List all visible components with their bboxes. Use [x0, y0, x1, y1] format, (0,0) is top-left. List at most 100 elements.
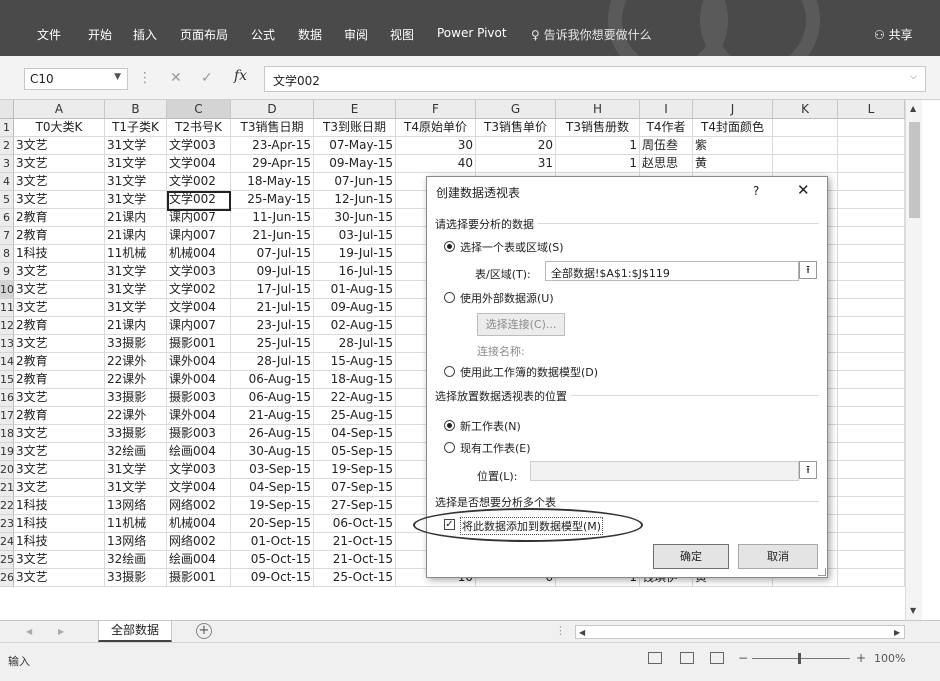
table-cell[interactable]: 3文艺 — [14, 461, 105, 479]
table-cell[interactable]: 18-May-15 — [231, 173, 314, 191]
row-header-6[interactable]: 6 — [0, 209, 14, 227]
scroll-left-icon[interactable]: ◀ — [579, 628, 585, 637]
table-cell[interactable]: 09-Jul-15 — [231, 263, 314, 281]
table-cell[interactable]: 04-Sep-15 — [314, 425, 396, 443]
table-cell[interactable]: 13网络 — [105, 497, 167, 515]
table-cell[interactable]: 12-Jun-15 — [314, 191, 396, 209]
table-cell[interactable]: 1科技 — [14, 245, 105, 263]
table-cell[interactable] — [838, 155, 905, 173]
normal-view-icon[interactable] — [648, 652, 662, 664]
table-cell[interactable]: 03-Sep-15 — [231, 461, 314, 479]
cancel-button[interactable]: 取消 — [738, 544, 818, 569]
table-cell[interactable]: 紫 — [693, 137, 773, 155]
table-cell[interactable]: 课外004 — [167, 353, 231, 371]
row-header-26[interactable]: 26 — [0, 569, 14, 587]
table-cell[interactable]: 31文学 — [105, 479, 167, 497]
scroll-up-icon[interactable]: ▲ — [910, 104, 916, 113]
header-cell[interactable]: T0大类K — [14, 119, 105, 137]
tab-home[interactable]: 开始 — [88, 26, 112, 43]
table-cell[interactable]: 3文艺 — [14, 335, 105, 353]
table-cell[interactable]: 课内007 — [167, 209, 231, 227]
table-cell[interactable] — [838, 299, 905, 317]
table-cell[interactable] — [838, 533, 905, 551]
scroll-down-icon[interactable]: ▼ — [910, 606, 916, 615]
table-cell[interactable]: 文学004 — [167, 479, 231, 497]
table-cell[interactable]: 网络002 — [167, 497, 231, 515]
column-header-a[interactable]: A — [14, 100, 105, 119]
table-cell[interactable]: 28-Jul-15 — [314, 335, 396, 353]
table-cell[interactable]: 绘画004 — [167, 443, 231, 461]
table-cell[interactable]: 31文学 — [105, 137, 167, 155]
tab-formulas[interactable]: 公式 — [251, 26, 275, 43]
table-cell[interactable] — [838, 227, 905, 245]
table-cell[interactable]: 28-Jul-15 — [231, 353, 314, 371]
select-all-corner[interactable] — [0, 100, 14, 119]
table-cell[interactable]: 33摄影 — [105, 569, 167, 587]
table-cell[interactable]: 21课内 — [105, 209, 167, 227]
table-cell[interactable]: 3文艺 — [14, 479, 105, 497]
radio-external-source[interactable] — [444, 292, 455, 303]
radio-select-range[interactable] — [444, 241, 455, 252]
column-header-c[interactable]: C — [167, 100, 231, 119]
row-header-12[interactable]: 12 — [0, 317, 14, 335]
table-cell[interactable]: 31 — [476, 155, 556, 173]
table-cell[interactable]: 1 — [556, 155, 640, 173]
column-header-d[interactable]: D — [231, 100, 314, 119]
table-cell[interactable]: 07-May-15 — [314, 137, 396, 155]
table-cell[interactable]: 04-Sep-15 — [231, 479, 314, 497]
column-header-l[interactable]: L — [838, 100, 905, 119]
table-cell[interactable]: 19-Sep-15 — [231, 497, 314, 515]
prev-sheet-icon[interactable]: ◀ — [26, 627, 32, 636]
header-cell[interactable]: T2书号K — [167, 119, 231, 137]
table-cell[interactable]: 06-Aug-15 — [231, 389, 314, 407]
row-header-17[interactable]: 17 — [0, 407, 14, 425]
table-cell[interactable]: 2教育 — [14, 371, 105, 389]
header-cell[interactable]: T1子类K — [105, 119, 167, 137]
horizontal-scrollbar[interactable]: ◀ ▶ — [575, 625, 905, 639]
table-cell[interactable] — [838, 371, 905, 389]
vertical-scrollbar[interactable]: ▲ ▼ — [905, 100, 922, 620]
row-header-25[interactable]: 25 — [0, 551, 14, 569]
table-cell[interactable]: 31文学 — [105, 281, 167, 299]
table-cell[interactable] — [838, 569, 905, 587]
table-cell[interactable]: 3文艺 — [14, 551, 105, 569]
table-cell[interactable]: 文学003 — [167, 263, 231, 281]
tab-insert[interactable]: 插入 — [133, 26, 157, 43]
row-header-15[interactable]: 15 — [0, 371, 14, 389]
table-cell[interactable] — [838, 425, 905, 443]
table-cell[interactable]: 2教育 — [14, 227, 105, 245]
split-handle-icon[interactable]: ⋮ — [555, 624, 566, 637]
row-header-1[interactable]: 1 — [0, 119, 14, 137]
table-cell[interactable]: 课内007 — [167, 317, 231, 335]
label-select-range[interactable]: 选择一个表或区域(S) — [460, 239, 564, 255]
table-cell[interactable]: 30-Jun-15 — [314, 209, 396, 227]
zoom-out-icon[interactable]: − — [738, 651, 748, 665]
table-cell[interactable]: 18-Aug-15 — [314, 371, 396, 389]
row-header-11[interactable]: 11 — [0, 299, 14, 317]
table-cell[interactable]: 黄 — [693, 155, 773, 173]
table-cell[interactable]: 07-Sep-15 — [314, 479, 396, 497]
table-cell[interactable]: 33摄影 — [105, 335, 167, 353]
ok-button[interactable]: 确定 — [653, 544, 729, 569]
table-cell[interactable]: 33摄影 — [105, 389, 167, 407]
formula-input[interactable]: 文学002 ⌵ — [264, 66, 926, 92]
zoom-level[interactable]: 100% — [874, 652, 905, 665]
table-cell[interactable] — [838, 173, 905, 191]
table-cell[interactable]: 25-Oct-15 — [314, 569, 396, 587]
table-cell[interactable]: 31文学 — [105, 191, 167, 209]
table-cell[interactable]: 31文学 — [105, 299, 167, 317]
table-cell[interactable]: 17-Jul-15 — [231, 281, 314, 299]
radio-new-worksheet[interactable] — [444, 420, 455, 431]
tab-data[interactable]: 数据 — [298, 26, 322, 43]
table-cell[interactable]: 21-Jun-15 — [231, 227, 314, 245]
table-cell[interactable]: 课外004 — [167, 407, 231, 425]
table-cell[interactable]: 13网络 — [105, 533, 167, 551]
column-header-e[interactable]: E — [314, 100, 396, 119]
table-cell[interactable]: 摄影003 — [167, 425, 231, 443]
table-cell[interactable]: 2教育 — [14, 317, 105, 335]
table-cell[interactable] — [838, 263, 905, 281]
table-cell[interactable] — [838, 335, 905, 353]
table-cell[interactable]: 课外004 — [167, 371, 231, 389]
table-cell[interactable]: 3文艺 — [14, 173, 105, 191]
table-cell[interactable]: 40 — [396, 155, 476, 173]
